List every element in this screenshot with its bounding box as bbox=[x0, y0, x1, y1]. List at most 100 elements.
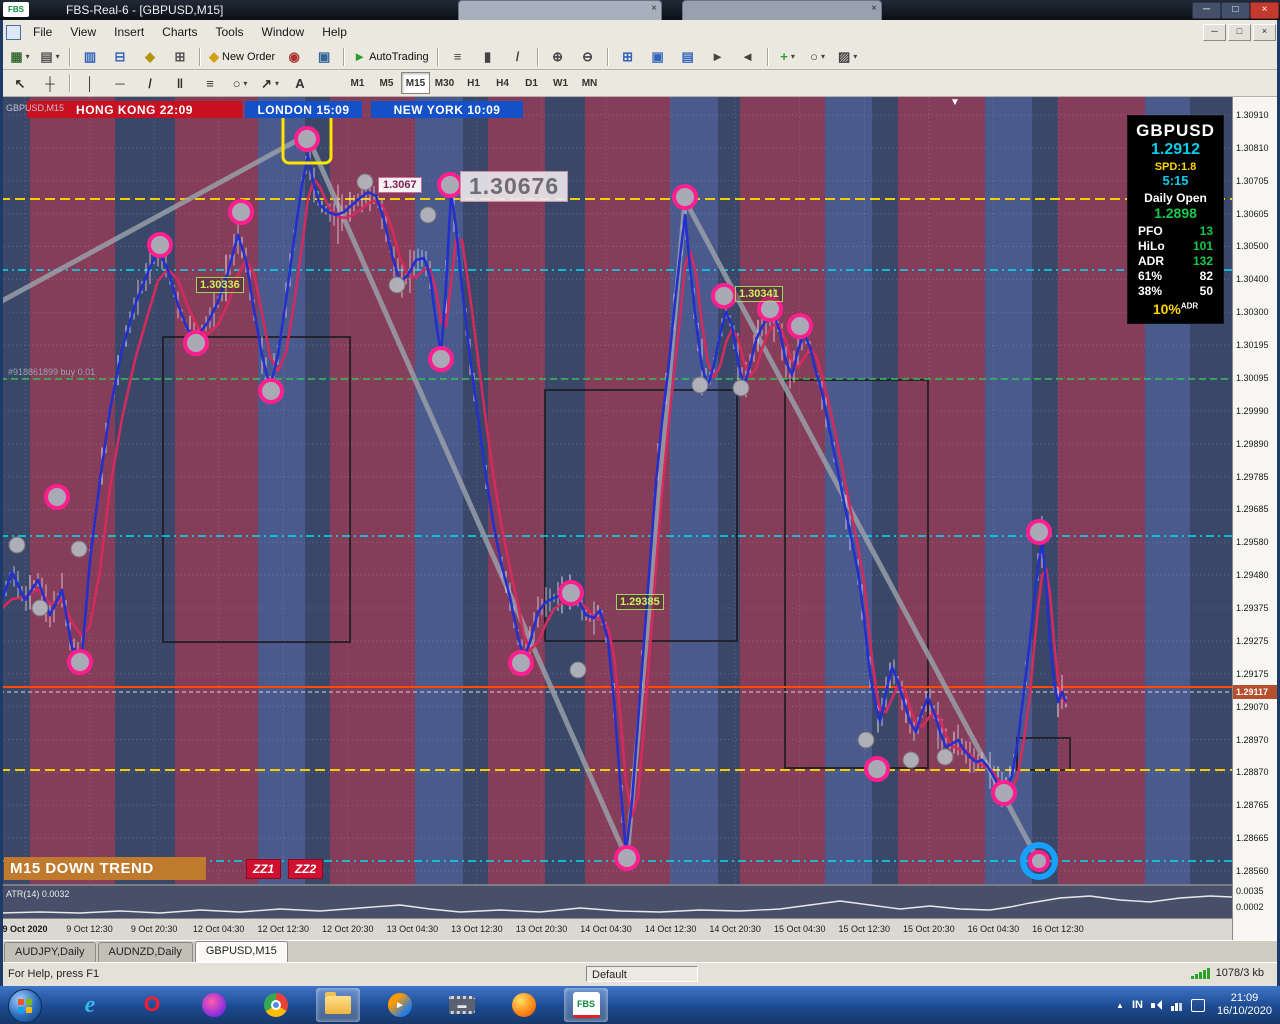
taskbar-app-browser-swirl[interactable]: ◉ bbox=[192, 988, 236, 1022]
tile-windows-button[interactable]: ⊞ bbox=[613, 45, 643, 68]
menu-window[interactable]: Window bbox=[253, 20, 314, 44]
background-browser-tab[interactable]: × bbox=[682, 0, 882, 20]
start-button[interactable] bbox=[8, 989, 42, 1023]
language-indicator[interactable]: IN bbox=[1132, 999, 1143, 1011]
chart-area[interactable]: HONG KONG 22:09 LONDON 15:09 NEW YORK 10… bbox=[0, 97, 1280, 940]
background-browser-tab[interactable]: × bbox=[458, 0, 662, 20]
channel-button[interactable]: ‖ bbox=[165, 72, 195, 95]
mail-button[interactable]: ▣ bbox=[309, 45, 339, 68]
navigator-button[interactable]: ◆ bbox=[135, 45, 165, 68]
chart-tab-audnzd-daily[interactable]: AUDNZD,Daily bbox=[98, 942, 193, 962]
chart-line-button[interactable]: / bbox=[503, 45, 533, 68]
periods-button[interactable]: ○▾ bbox=[803, 45, 833, 68]
timeframe-d1[interactable]: D1 bbox=[517, 72, 546, 94]
zigzag2-button[interactable]: ZZ2 bbox=[288, 859, 323, 879]
child-minimize-button[interactable]: ─ bbox=[1203, 24, 1226, 41]
volume-icon[interactable] bbox=[1151, 1000, 1163, 1011]
maximize-button[interactable]: □ bbox=[1221, 2, 1250, 19]
toolbar-separator bbox=[607, 48, 609, 66]
price-axis[interactable]: 1.29117 0.0035 0.0002 1.309101.308101.30… bbox=[1232, 97, 1280, 940]
autotrading-button[interactable]: ►AutoTrading bbox=[349, 45, 432, 68]
timeframe-mn[interactable]: MN bbox=[575, 72, 604, 94]
taskbar-app-firefox[interactable]: ◉ bbox=[502, 988, 546, 1022]
timeframe-m5[interactable]: M5 bbox=[372, 72, 401, 94]
swing-marker bbox=[866, 758, 888, 780]
toolbar-separator bbox=[767, 48, 769, 66]
data-window-button[interactable]: ⊟ bbox=[105, 45, 135, 68]
text-button[interactable]: A bbox=[285, 72, 315, 95]
menu-tools[interactable]: Tools bbox=[207, 20, 253, 44]
timeframe-h4[interactable]: H4 bbox=[488, 72, 517, 94]
terminal-button[interactable]: ⊞ bbox=[165, 45, 195, 68]
chart-shift-button[interactable]: ◄ bbox=[733, 45, 763, 68]
minimize-button[interactable]: ─ bbox=[1192, 2, 1221, 19]
new-order-button[interactable]: ◆New Order bbox=[205, 45, 279, 68]
arrows-button[interactable]: ↗▾ bbox=[255, 72, 285, 95]
cascade-windows-button[interactable]: ▣ bbox=[643, 45, 673, 68]
toolbar-separator bbox=[69, 74, 71, 92]
taskbar-app-internet-explorer[interactable]: e bbox=[68, 988, 112, 1022]
profile-selector[interactable]: Default bbox=[586, 966, 698, 982]
chart-bars-button[interactable]: ≡ bbox=[443, 45, 473, 68]
indicators-button[interactable]: +▾ bbox=[773, 45, 803, 68]
clock[interactable]: 21:09 16/10/2020 bbox=[1217, 992, 1272, 1018]
taskbar-app-video-editor[interactable]: ▬ bbox=[440, 988, 484, 1022]
dot-marker bbox=[570, 662, 586, 678]
new-chart-button[interactable]: ▦▾ bbox=[5, 45, 35, 68]
shapes-button[interactable]: ○▾ bbox=[225, 72, 255, 95]
menu-view[interactable]: View bbox=[61, 20, 105, 44]
taskbar-app-chrome[interactable]: ◉ bbox=[254, 988, 298, 1022]
info-daily-open-value: 1.2898 bbox=[1131, 205, 1220, 221]
cursor-button[interactable]: ↖ bbox=[5, 72, 35, 95]
swing-high-price-label: 1.30676 bbox=[460, 171, 568, 202]
price-level-label: 1.29385 bbox=[616, 594, 664, 610]
action-center-icon[interactable] bbox=[1191, 999, 1205, 1012]
data-window-icon: ⊟ bbox=[115, 50, 126, 63]
tab-close-icon[interactable]: × bbox=[871, 3, 877, 14]
taskbar-app-file-explorer[interactable]: ▦ bbox=[316, 988, 360, 1022]
timeframe-m15[interactable]: M15 bbox=[401, 72, 430, 94]
tab-close-icon[interactable]: × bbox=[651, 3, 657, 14]
opera-icon: O bbox=[144, 993, 160, 1017]
menu-file[interactable]: File bbox=[24, 20, 61, 44]
profiles-button[interactable]: ▤▾ bbox=[35, 45, 65, 68]
menu-charts[interactable]: Charts bbox=[153, 20, 206, 44]
vertical-line-button[interactable]: │ bbox=[75, 72, 105, 95]
arrange-windows-button[interactable]: ▤ bbox=[673, 45, 703, 68]
child-restore-button[interactable]: □ bbox=[1228, 24, 1251, 41]
timeframe-m30[interactable]: M30 bbox=[430, 72, 459, 94]
taskbar-app-opera[interactable]: O bbox=[130, 988, 174, 1022]
chart-tab-gbpusd-m15[interactable]: GBPUSD,M15 bbox=[195, 941, 288, 962]
toolbar-separator bbox=[199, 48, 201, 66]
show-hidden-icons[interactable]: ▲ bbox=[1116, 1001, 1124, 1010]
taskbar-app-media-player[interactable]: ► bbox=[378, 988, 422, 1022]
internet-explorer-icon: e bbox=[85, 992, 96, 1019]
close-button[interactable]: × bbox=[1250, 2, 1279, 19]
child-close-button[interactable]: × bbox=[1253, 24, 1276, 41]
menu-insert[interactable]: Insert bbox=[105, 20, 153, 44]
timeframe-w1[interactable]: W1 bbox=[546, 72, 575, 94]
timeframe-h1[interactable]: H1 bbox=[459, 72, 488, 94]
crosshair-button[interactable]: ┼ bbox=[35, 72, 65, 95]
fibonacci-button[interactable]: ≡ bbox=[195, 72, 225, 95]
market-watch-button[interactable]: ▥ bbox=[75, 45, 105, 68]
chart-tab-audjpy-daily[interactable]: AUDJPY,Daily bbox=[4, 942, 96, 962]
dot-marker bbox=[858, 732, 874, 748]
templates-icon: ▨ bbox=[838, 50, 850, 63]
auto-scroll-button[interactable]: ► bbox=[703, 45, 733, 68]
crosshair-icon: ┼ bbox=[45, 77, 54, 90]
templates-button[interactable]: ▨▾ bbox=[833, 45, 863, 68]
network-icon[interactable] bbox=[1171, 1000, 1183, 1011]
zoom-out-button[interactable]: ⊖ bbox=[573, 45, 603, 68]
taskbar-app-fbs-terminal[interactable]: FBS bbox=[564, 988, 608, 1022]
trendline-button[interactable]: / bbox=[135, 72, 165, 95]
horizontal-line-button[interactable]: ─ bbox=[105, 72, 135, 95]
chart-candles-button[interactable]: ▮ bbox=[473, 45, 503, 68]
swing-marker bbox=[674, 186, 696, 208]
menu-help[interactable]: Help bbox=[313, 20, 356, 44]
zigzag1-button[interactable]: ZZ1 bbox=[246, 859, 281, 879]
timeframe-m1[interactable]: M1 bbox=[343, 72, 372, 94]
alerts-button[interactable]: ◉ bbox=[279, 45, 309, 68]
zoom-in-button[interactable]: ⊕ bbox=[543, 45, 573, 68]
toolbar-separator bbox=[437, 48, 439, 66]
